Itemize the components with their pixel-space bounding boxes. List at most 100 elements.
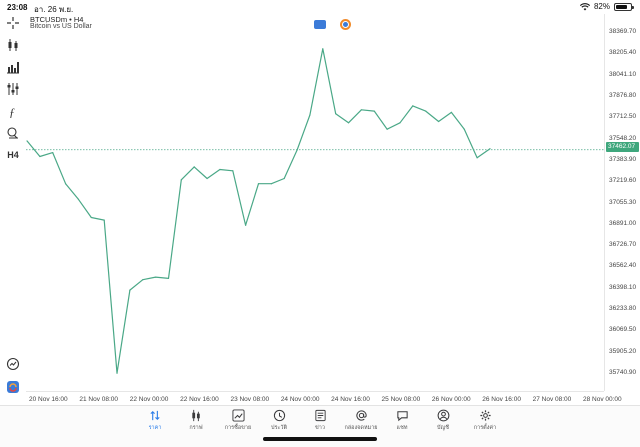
settings-icon xyxy=(479,410,491,421)
time-tick-label: 24 Nov 00:00 xyxy=(280,396,320,403)
svg-text:ƒ: ƒ xyxy=(9,105,15,118)
price-point xyxy=(180,179,182,181)
tab-label: บัญชี xyxy=(437,425,449,431)
depth-of-market-button[interactable] xyxy=(340,19,351,30)
price-point xyxy=(39,155,41,158)
tab-quotes[interactable]: ราคา xyxy=(135,409,175,437)
price-point xyxy=(437,120,440,123)
price-point xyxy=(142,279,144,281)
left-toolbar: ƒ H4 xyxy=(0,14,26,393)
price-series-line xyxy=(26,48,491,374)
time-tick-label: 24 Nov 16:00 xyxy=(331,396,370,403)
price-tick-label: 38369.70 xyxy=(609,28,637,35)
price-chart[interactable] xyxy=(0,0,640,447)
history-icon xyxy=(273,409,285,422)
time-axis[interactable]: 20 Nov 16:00 21 Nov 08:00 22 Nov 00:00 22 N… xyxy=(26,391,622,405)
market-watch-icon[interactable] xyxy=(4,355,22,373)
time-tick-label: 22 Nov 16:00 xyxy=(180,396,219,403)
time-tick-label: 26 Nov 00:00 xyxy=(431,396,471,403)
price-point xyxy=(103,219,105,221)
price-tick-label: 36233.80 xyxy=(609,305,637,313)
price-point xyxy=(463,128,465,130)
price-axis[interactable]: 38369.70 38205.40 38041.10 37876.80 37712.50… xyxy=(604,14,640,391)
price-tick-label: 36726.70 xyxy=(609,241,637,249)
chat-icon xyxy=(396,411,408,422)
quotes-icon xyxy=(149,410,160,421)
time-tick-label: 22 Nov 00:00 xyxy=(129,396,169,403)
account-icon xyxy=(437,409,449,422)
price-tick-label: 36562.40 xyxy=(609,262,637,270)
price-point xyxy=(155,276,157,278)
time-tick-label: 28 Nov 00:00 xyxy=(583,396,622,403)
tab-trade[interactable]: การซื้อขาย xyxy=(218,409,258,437)
price-point xyxy=(52,151,54,154)
price-point xyxy=(26,140,28,142)
price-point xyxy=(193,166,195,168)
price-point xyxy=(399,122,401,124)
candlestick-icon[interactable] xyxy=(4,36,22,54)
price-tick-label: 38205.40 xyxy=(609,49,637,57)
bar-chart-icon[interactable] xyxy=(4,58,22,76)
price-point xyxy=(322,48,324,50)
price-point xyxy=(90,216,92,219)
tab-mailbox[interactable]: กล่องจดหมาย xyxy=(341,409,381,437)
tab-news[interactable]: ข่าว xyxy=(300,409,340,437)
tab-chat[interactable]: แชท xyxy=(382,409,422,437)
price-point xyxy=(232,170,234,172)
home-indicator xyxy=(263,437,377,441)
crosshair-icon[interactable] xyxy=(4,14,22,32)
symbol-description: Bitcoin vs US Dollar xyxy=(30,23,92,30)
time-tick-label: 20 Nov 16:00 xyxy=(29,396,68,403)
news-icon xyxy=(314,409,326,422)
price-tick-label: 36398.10 xyxy=(609,283,637,291)
tab-history[interactable]: ประวัติ xyxy=(259,409,299,437)
price-point xyxy=(270,183,272,185)
timeframe-label: H4 xyxy=(7,150,19,160)
price-tick-label: 36891.00 xyxy=(609,219,637,227)
tab-label: ข่าว xyxy=(315,425,325,431)
time-tick-label: 26 Nov 16:00 xyxy=(482,396,521,403)
price-point xyxy=(347,122,350,124)
one-click-trading-button[interactable] xyxy=(314,20,326,29)
objects-icon[interactable] xyxy=(4,124,22,142)
price-point xyxy=(77,198,80,200)
price-tick-label: 37548.20 xyxy=(609,134,637,142)
price-tick-label: 36069.50 xyxy=(609,326,637,334)
price-point xyxy=(425,110,427,112)
tab-label: การซื้อขาย xyxy=(224,425,252,431)
price-point xyxy=(335,113,337,115)
price-tick-label: 38041.10 xyxy=(609,70,637,78)
price-point xyxy=(64,183,67,185)
app-logo-icon[interactable] xyxy=(4,378,22,396)
price-tick-label: 35905.20 xyxy=(609,347,637,355)
price-point xyxy=(373,110,375,112)
price-point xyxy=(450,111,453,113)
price-point xyxy=(476,157,478,159)
indicator-sliders-icon[interactable] xyxy=(4,80,22,98)
price-tick-label: 37876.80 xyxy=(609,91,637,99)
tab-label: กราฟ xyxy=(189,425,203,431)
mailbox-icon xyxy=(355,410,367,421)
current-price-tag: 37462.07 xyxy=(606,142,639,152)
price-tick-label: 37219.60 xyxy=(609,177,637,185)
price-point xyxy=(257,183,260,185)
tab-account[interactable]: บัญชี xyxy=(423,409,463,437)
function-icon[interactable]: ƒ xyxy=(4,102,22,120)
trade-icon xyxy=(231,409,245,422)
time-tick-label: 23 Nov 08:00 xyxy=(230,396,270,403)
time-tick-label: 21 Nov 08:00 xyxy=(79,396,119,403)
tab-settings[interactable]: การตั้งค่า xyxy=(465,409,505,437)
tab-label: กล่องจดหมาย xyxy=(344,425,378,431)
price-point xyxy=(206,177,208,180)
tab-label: ประวัติ xyxy=(270,425,288,431)
price-point xyxy=(360,109,362,111)
timeframe-button[interactable]: H4 xyxy=(4,146,22,164)
tab-label: ราคา xyxy=(148,425,162,431)
price-point xyxy=(167,277,170,280)
price-point xyxy=(412,105,414,107)
tab-label: การตั้งค่า xyxy=(473,425,497,431)
tab-chart[interactable]: กราฟ xyxy=(176,409,216,437)
price-point xyxy=(309,114,311,116)
chart-icon xyxy=(191,409,200,422)
price-point xyxy=(116,372,118,374)
